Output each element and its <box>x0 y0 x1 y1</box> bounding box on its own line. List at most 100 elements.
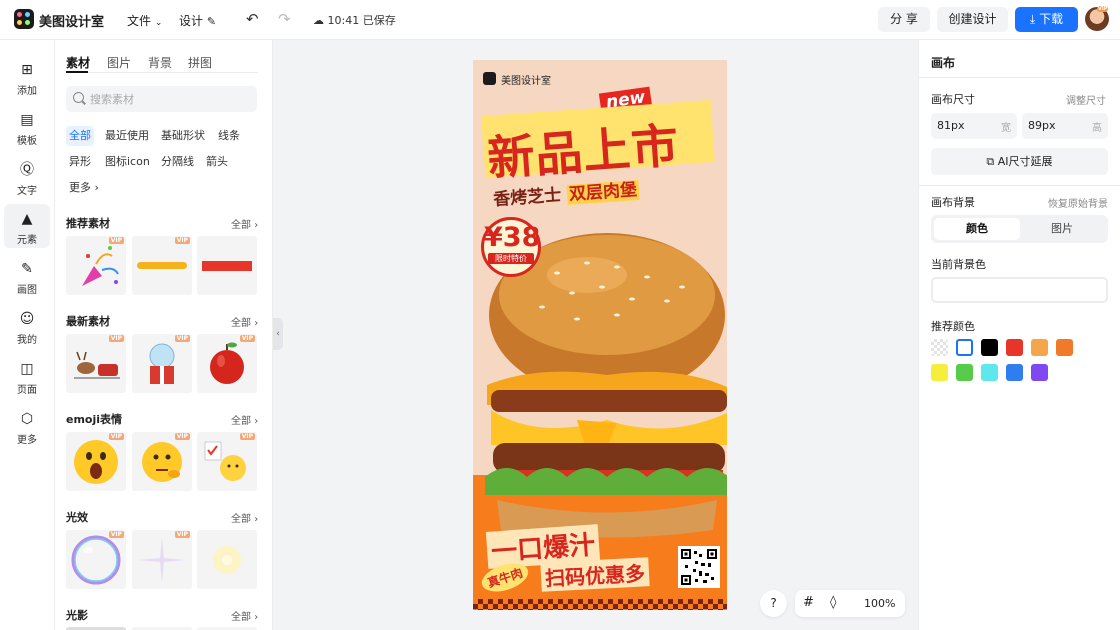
design-menu[interactable]: 设计 ✎ <box>179 12 216 29</box>
color-swatch[interactable] <box>1031 339 1048 356</box>
top-bar: 美图设计室 文件 ⌄ 设计 ✎ ↶ ↷ ☁ 10:41 已保存 分 享 创建设计… <box>0 0 1120 40</box>
section-all-emoji[interactable]: 全部 › <box>231 412 258 427</box>
all-label: 全部 <box>231 514 251 525</box>
tab-images[interactable]: 图片 <box>107 54 131 71</box>
rail-item-mine[interactable]: ☺ 我的 <box>4 304 50 348</box>
undo-icon[interactable]: ↶ <box>246 10 259 28</box>
rail-item-more[interactable]: ⬡ 更多 <box>4 404 50 448</box>
grid-icon[interactable]: # <box>803 595 814 610</box>
rail-item-template[interactable]: ▤ 模板 <box>4 105 50 149</box>
chip-more[interactable]: 更多 › <box>66 178 102 198</box>
rail-item-elements[interactable]: ▲ 元素 <box>4 204 50 248</box>
chip-more-label: 更多 <box>69 181 91 194</box>
section-title-light-effects: 光效 <box>66 511 88 524</box>
asset-emoji-thinking[interactable]: VIP <box>132 432 192 491</box>
resize-link[interactable]: 调整尺寸 <box>1066 92 1106 107</box>
canvas-width-field[interactable]: 81px 宽 <box>931 113 1017 139</box>
search-input[interactable] <box>90 90 250 108</box>
poster-brand-name: 美图设计室 <box>501 76 551 87</box>
edit-icon: ✎ <box>206 15 217 28</box>
chip-lines[interactable]: 线条 <box>215 126 243 146</box>
chevron-right-icon: › <box>254 612 259 623</box>
asset-sparkle[interactable]: VIP <box>132 530 192 589</box>
chip-arrows[interactable]: 箭头 <box>203 152 231 172</box>
section-all-latest[interactable]: 全部 › <box>231 314 258 329</box>
thinking-emoji-icon <box>142 442 182 482</box>
zoom-level[interactable]: 100% <box>864 597 895 610</box>
color-swatch[interactable] <box>1006 364 1023 381</box>
bg-type-toggle: 颜色 图片 <box>931 215 1108 243</box>
download-button[interactable]: ⤓ 下载 <box>1015 7 1078 32</box>
canvas-size-label: 画布尺寸 <box>931 93 975 106</box>
section-title-emoji: emoji表情 <box>66 413 123 426</box>
vip-badge: VIP <box>174 335 190 342</box>
vip-badge: VIP <box>108 433 124 440</box>
color-swatch[interactable] <box>981 364 998 381</box>
rail-item-text[interactable]: Ⓠ 文字 <box>4 155 50 199</box>
color-swatch[interactable] <box>1031 364 1048 381</box>
asset-reindeer-sleigh[interactable]: VIP <box>66 334 126 393</box>
rail-label: 文字 <box>17 186 37 197</box>
poster-checker-border <box>473 599 727 610</box>
section-all-light-shadow[interactable]: 全部 › <box>231 608 258 623</box>
canvas-height-field[interactable]: 89px 高 <box>1022 113 1108 139</box>
asset-emoji-chick[interactable]: VIP <box>197 432 257 491</box>
design-canvas[interactable]: 美图设计室 new 新品上市 香烤芝士 双层肉堡 ¥38 限时特价 一口爆汁 真… <box>473 60 727 610</box>
asset-glow[interactable] <box>197 530 257 589</box>
chip-icons[interactable]: 图标icon <box>102 152 153 172</box>
color-swatch[interactable] <box>931 339 948 356</box>
rail-item-pages[interactable]: ◫ 页面 <box>4 354 50 398</box>
tabs-divider <box>66 72 258 73</box>
color-swatch[interactable] <box>1006 339 1023 356</box>
section-all-recommended[interactable]: 全部 › <box>231 216 258 231</box>
ai-resize-button[interactable]: ⧉ AI尺寸延展 <box>931 148 1108 175</box>
redo-icon[interactable]: ↷ <box>278 10 291 28</box>
chip-dividers[interactable]: 分隔线 <box>158 152 197 172</box>
asset-emoji-shocked[interactable]: VIP <box>66 432 126 491</box>
chip-recent[interactable]: 最近使用 <box>102 126 152 146</box>
draw-icon: ✎ <box>21 261 33 277</box>
divider <box>919 185 1120 186</box>
share-button[interactable]: 分 享 <box>878 7 930 32</box>
poster-price-badge: ¥38 限时特价 <box>481 217 541 277</box>
tab-collage[interactable]: 拼图 <box>188 54 212 71</box>
app-logo-icon[interactable] <box>14 9 34 29</box>
asset-snowglobe-gift[interactable]: VIP <box>132 334 192 393</box>
chip-basic-shapes[interactable]: 基础形状 <box>158 126 208 146</box>
bg-color-option[interactable]: 颜色 <box>934 218 1020 240</box>
asset-red-bar[interactable] <box>197 236 257 295</box>
ai-resize-label: AI尺寸延展 <box>997 155 1053 168</box>
search-icon <box>73 92 84 103</box>
color-swatch[interactable] <box>956 339 973 356</box>
rail-item-draw[interactable]: ✎ 画图 <box>4 254 50 298</box>
rail-label: 我的 <box>17 335 37 346</box>
asset-bubble[interactable]: VIP <box>66 530 126 589</box>
tab-materials[interactable]: 素材 <box>66 54 90 71</box>
create-design-button[interactable]: 创建设计 <box>937 7 1008 32</box>
search-box[interactable] <box>66 86 257 112</box>
all-label: 全部 <box>231 612 251 623</box>
file-menu[interactable]: 文件 ⌄ <box>127 12 162 29</box>
tab-backgrounds[interactable]: 背景 <box>148 54 172 71</box>
collapse-panel-button[interactable]: ‹ <box>273 318 283 350</box>
asset-party-popper[interactable]: VIP <box>66 236 126 295</box>
color-swatch[interactable] <box>1056 339 1073 356</box>
bg-image-option[interactable]: 图片 <box>1019 218 1105 240</box>
section-all-light-effects[interactable]: 全部 › <box>231 510 258 525</box>
color-swatch[interactable] <box>931 364 948 381</box>
chip-all[interactable]: 全部 <box>66 126 94 146</box>
chip-irregular[interactable]: 异形 <box>66 152 94 172</box>
asset-red-apple[interactable]: VIP <box>197 334 257 393</box>
section-title-light-shadow: 光影 <box>66 609 88 622</box>
color-swatch[interactable] <box>956 364 973 381</box>
rail-item-add[interactable]: ⊞ 添加 <box>4 55 50 99</box>
design-menu-label: 设计 <box>179 14 204 28</box>
color-swatch[interactable] <box>981 339 998 356</box>
help-button[interactable]: ? <box>760 590 787 617</box>
asset-brush-stroke[interactable]: VIP <box>132 236 192 295</box>
rail-label: 更多 <box>17 435 37 446</box>
all-label: 全部 <box>231 416 251 427</box>
layers-icon[interactable]: ◊ <box>830 595 836 610</box>
current-bg-color-field[interactable] <box>931 277 1108 303</box>
reset-bg-link[interactable]: 恢复原始背景 <box>1048 195 1108 210</box>
